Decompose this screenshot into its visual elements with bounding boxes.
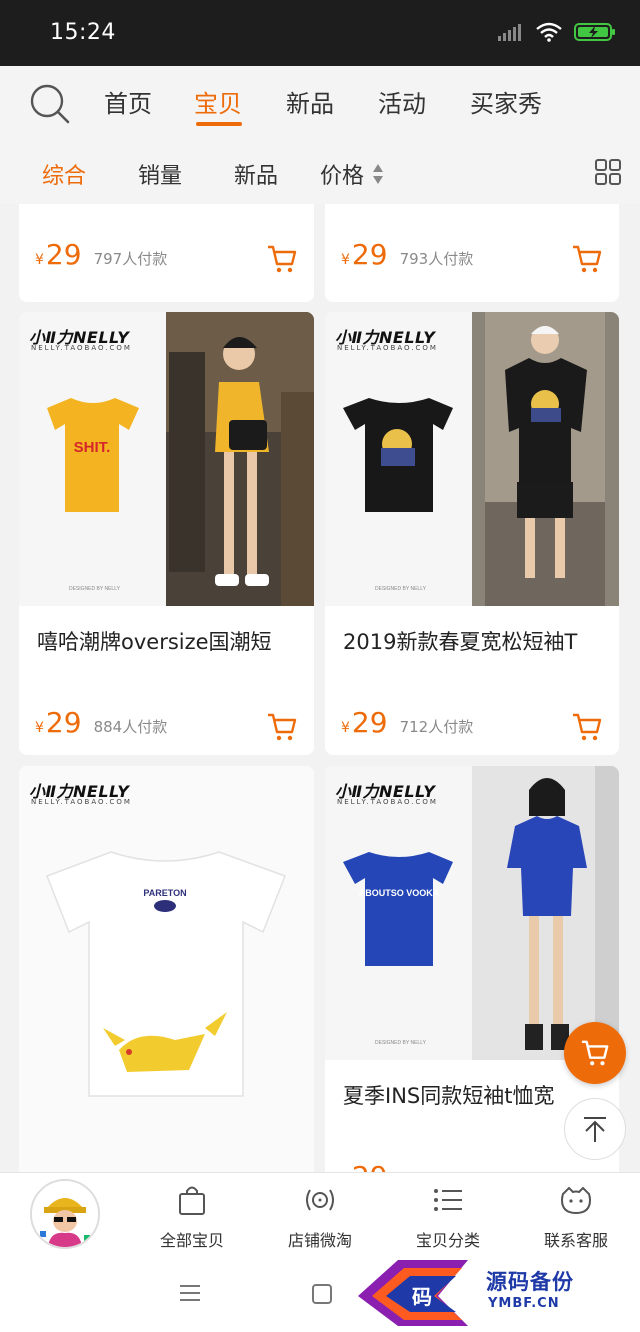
signal-icon [498,24,521,41]
currency-symbol: ¥ [341,720,350,736]
search-button[interactable] [28,82,72,126]
sort-arrows-icon [373,164,383,184]
chat-face-icon [560,1186,592,1215]
product-card[interactable]: ¥ 29 797人付款 [19,204,314,302]
status-bar: 15:24 [0,0,640,66]
product-price: 29 [351,238,388,271]
brand-url: NELLY.TAOBAO.COM [337,798,438,806]
cart-icon [581,1040,609,1066]
tab-events[interactable]: 活动 [378,84,426,119]
svg-text:DESIGNED BY NELLY: DESIGNED BY NELLY [375,1040,427,1046]
wifi-icon [536,22,562,42]
grid-view-icon[interactable] [594,158,622,186]
product-image: PARETON [19,766,314,1172]
product-image: DESIGNED BY NELLY [325,312,619,606]
sort-comprehensive[interactable]: 综合 [42,158,86,190]
shop-bottom-bar: 全部宝贝 店铺微淘 宝贝分类 联系客服 [0,1172,640,1256]
shop-feed-button[interactable]: 店铺微淘 [260,1183,380,1251]
product-card[interactable]: PARETON 小Ⅱ力NELLY NELLY.TAOBAO.COM [19,766,314,1172]
product-image: SHIT. DESIGNED BY NELLY [19,312,314,606]
shop-logo-image [32,1181,98,1247]
product-price: 29 [45,238,82,271]
customer-service-button[interactable]: 联系客服 [516,1183,636,1251]
shirt-print: ABOUTSO VOOKA [359,888,440,898]
floating-cart-button[interactable] [564,1022,626,1084]
add-to-cart-icon[interactable] [571,244,603,274]
watermark-subtext: YMBF.CN [488,1296,560,1311]
active-tab-indicator [196,122,242,126]
shop-avatar[interactable] [30,1179,100,1249]
product-price: 29 [352,1160,388,1172]
shopping-bag-icon [179,1186,205,1215]
system-nav-bar: 码 源码备份 YMBF.CN [0,1256,640,1332]
search-icon [30,84,70,124]
arrow-up-icon [584,1117,606,1142]
bottom-bar-label: 宝贝分类 [415,1231,480,1250]
product-title: 夏季INS同款短袖t恤宽 [343,1084,555,1108]
brand-url: NELLY.TAOBAO.COM [337,344,438,352]
currency-symbol: ¥ [35,720,44,736]
bottom-bar-label: 全部宝贝 [159,1231,224,1250]
tab-products[interactable]: 宝贝 [194,84,242,119]
svg-text:DESIGNED BY NELLY: DESIGNED BY NELLY [375,586,427,592]
watermark-text: 源码备份 [486,1270,574,1294]
shirt-print: SHIT. [74,439,111,456]
product-price: 29 [351,706,388,739]
sort-sales[interactable]: 销量 [138,158,182,190]
bottom-bar-label: 联系客服 [543,1231,608,1250]
menu-icon[interactable] [180,1284,200,1302]
tab-buyer-show[interactable]: 买家秀 [470,84,542,119]
product-price: 29 [45,706,82,739]
price-row: ¥ 29 712人付款 [341,706,473,739]
watermark-logo: 码 [358,1260,468,1326]
watermark-logo-char: 码 [412,1285,432,1309]
tab-home[interactable]: 首页 [104,84,152,119]
product-image: ABOUTSO VOOKA DESIGNED BY NELLY [325,766,619,1060]
product-card[interactable]: ¥ 29 793人付款 [325,204,619,302]
sales-count: 884人付款 [93,718,168,736]
product-title: 2019新款春夏宽松短袖T [343,630,578,654]
tab-new[interactable]: 新品 [286,84,334,119]
add-to-cart-icon[interactable] [266,244,298,274]
sort-price[interactable]: 价格 [320,158,364,190]
product-card[interactable]: SHIT. DESIGNED BY NELLY 小Ⅱ力NELLY NELLY.T… [19,312,314,755]
broadcast-icon [306,1189,334,1211]
product-title: 嘻哈潮牌oversize国潮短 [37,630,272,654]
price-row: ¥ 29 797人付款 [35,238,167,271]
add-to-cart-icon[interactable] [266,712,298,742]
sales-count: 712人付款 [399,718,474,736]
add-to-cart-icon[interactable] [571,712,603,742]
bottom-bar-label: 店铺微淘 [287,1231,352,1250]
battery-icon [574,23,615,41]
sales-count: 793人付款 [399,250,474,268]
sales-count: 797人付款 [93,250,168,268]
price-row: ¥ 29 [341,1160,388,1172]
product-grid: ¥ 29 797人付款 ¥ 29 793人付款 SHIT. DESIGNED B… [0,204,640,1172]
list-icon [434,1189,462,1211]
shop-top-nav: 首页 宝贝 新品 活动 买家秀 [0,66,640,142]
brand-url: NELLY.TAOBAO.COM [31,344,132,352]
product-card[interactable]: DESIGNED BY NELLY 小Ⅱ力NELLY NELLY.TAOBAO.… [325,312,619,755]
shirt-print: PARETON [143,888,186,898]
price-row: ¥ 29 884人付款 [35,706,167,739]
currency-symbol: ¥ [35,252,44,268]
sort-new[interactable]: 新品 [234,158,278,190]
status-time: 15:24 [50,20,116,45]
svg-text:DESIGNED BY NELLY: DESIGNED BY NELLY [69,586,121,592]
price-row: ¥ 29 793人付款 [341,238,473,271]
currency-symbol: ¥ [341,252,350,268]
status-icons [498,22,616,42]
sort-bar: 综合 销量 新品 价格 [0,142,640,204]
home-icon[interactable] [312,1284,332,1304]
all-products-button[interactable]: 全部宝贝 [132,1183,252,1251]
brand-url: NELLY.TAOBAO.COM [31,798,132,806]
back-to-top-button[interactable] [564,1098,626,1160]
categories-button[interactable]: 宝贝分类 [388,1183,508,1251]
